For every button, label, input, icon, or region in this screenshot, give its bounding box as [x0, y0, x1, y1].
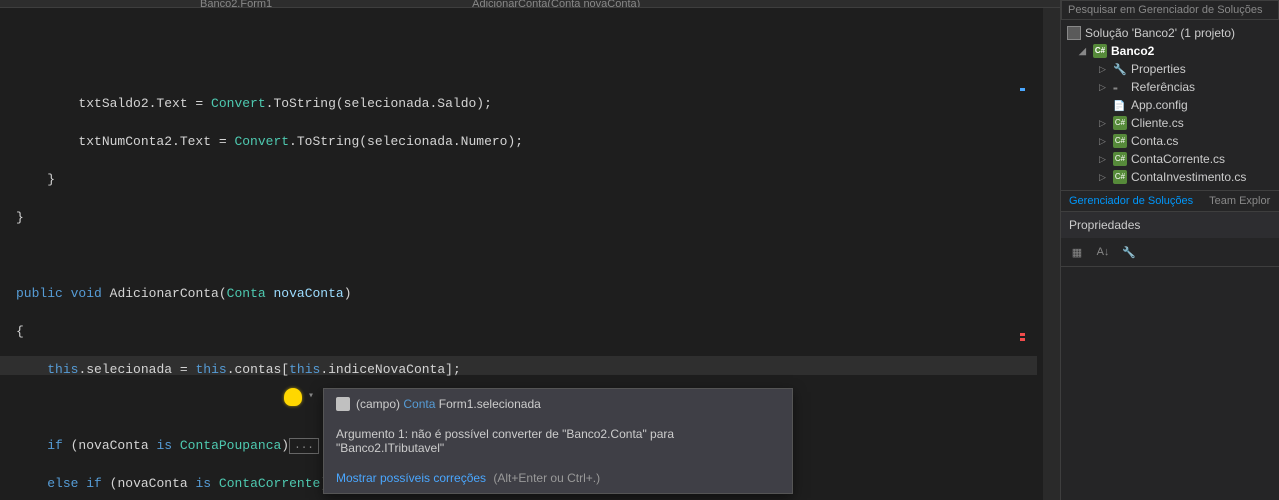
tree-item-cs[interactable]: ▷ ContaCorrente.cs [1061, 150, 1279, 168]
chevron-right-icon[interactable]: ▷ [1099, 154, 1109, 165]
breadcrumb-left[interactable]: Banco2.Form1 [200, 0, 272, 8]
cs-file-icon [1113, 170, 1127, 184]
breadcrumb-right[interactable]: AdicionarConta(Conta novaConta) [472, 0, 640, 8]
config-icon [1113, 98, 1127, 112]
field-icon [336, 397, 350, 411]
lightbulb-icon[interactable] [284, 388, 302, 406]
chevron-right-icon[interactable]: ▷ [1099, 136, 1109, 147]
tooltip-type: Conta [403, 397, 435, 411]
error-tooltip: (campo) Conta Form1.selecionada Argument… [323, 388, 793, 494]
solution-icon [1067, 26, 1081, 40]
tab-team-explorer[interactable]: Team Explor [1201, 191, 1278, 211]
wrench-icon[interactable]: 🔧 [1119, 242, 1139, 262]
chevron-right-icon[interactable]: ▷ [1099, 118, 1109, 129]
cs-file-icon [1113, 152, 1127, 166]
tree-item-references[interactable]: ▷ Referências [1061, 78, 1279, 96]
cs-file-icon [1113, 116, 1127, 130]
chevron-right-icon[interactable]: ▷ [1099, 172, 1109, 183]
chevron-right-icon[interactable]: ▷ [1099, 64, 1109, 75]
show-fixes-link[interactable]: Mostrar possíveis correções [336, 471, 486, 485]
chevron-down-icon[interactable]: ◢ [1079, 46, 1089, 57]
cs-file-icon [1113, 134, 1127, 148]
properties-panel[interactable]: Propriedades ▦ A↓ 🔧 [1061, 211, 1279, 500]
tooltip-kind: (campo) [356, 397, 400, 411]
solution-explorer-tree[interactable]: Solução 'Banco2' (1 projeto) ◢ Banco2 ▷ … [1061, 20, 1279, 190]
csproj-icon [1093, 44, 1107, 58]
tree-item-cs[interactable]: ▷ Conta.cs [1061, 132, 1279, 150]
categorize-icon[interactable]: ▦ [1067, 242, 1087, 262]
wrench-icon [1113, 62, 1127, 76]
solution-search-input[interactable]: Pesquisar em Gerenciador de Soluções [1061, 0, 1279, 20]
chevron-right-icon[interactable]: ▷ [1099, 82, 1109, 93]
tooltip-shortcut: (Alt+Enter ou Ctrl+.) [493, 471, 600, 485]
tree-item-appconfig[interactable]: App.config [1061, 96, 1279, 114]
tree-item-properties[interactable]: ▷ Properties [1061, 60, 1279, 78]
references-icon [1113, 80, 1127, 94]
editor-breadcrumb: Banco2.Form1 AdicionarConta(Conta novaCo… [0, 0, 1060, 8]
tree-item-cs[interactable]: ▷ Cliente.cs [1061, 114, 1279, 132]
tooltip-message: Argumento 1: não é possível converter de… [324, 419, 792, 463]
properties-title: Propriedades [1061, 212, 1279, 238]
fold-icon[interactable]: ... [289, 438, 319, 454]
tooltip-member: Form1.selecionada [439, 397, 541, 411]
project-node[interactable]: ◢ Banco2 [1061, 42, 1279, 60]
sort-az-icon[interactable]: A↓ [1093, 242, 1113, 262]
tree-item-cs[interactable]: ▷ ContaInvestimento.cs [1061, 168, 1279, 186]
code-editor[interactable]: Banco2.Form1 AdicionarConta(Conta novaCo… [0, 0, 1060, 500]
tab-solution-explorer[interactable]: Gerenciador de Soluções [1061, 191, 1201, 211]
solution-node[interactable]: Solução 'Banco2' (1 projeto) [1061, 24, 1279, 42]
